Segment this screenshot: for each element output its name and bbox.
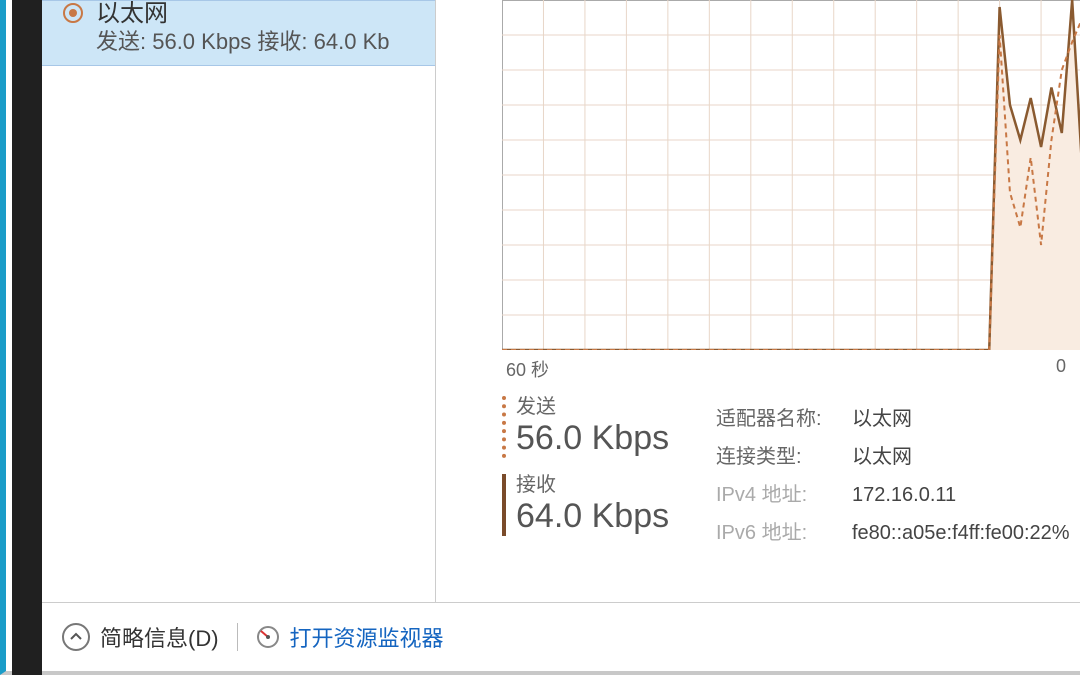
- adapter-details: 适配器名称: 以太网 连接类型: 以太网 IPv4 地址: 172.16.0.1…: [716, 396, 1080, 552]
- throughput-chart: [502, 0, 1080, 350]
- footer-bar: 简略信息(D) 打开资源监视器: [42, 602, 1080, 671]
- adapter-list: 以太网 发送: 56.0 Kbps 接收: 64.0 Kb: [42, 0, 436, 602]
- send-metric: 发送 56.0 Kbps: [502, 396, 702, 458]
- resource-monitor-icon: [256, 625, 280, 649]
- recv-label: 接收: [516, 474, 702, 496]
- adapter-title: 以太网: [96, 1, 435, 27]
- detail-key-ipv6: IPv6 地址:: [716, 514, 852, 552]
- recv-metric: 接收 64.0 Kbps: [502, 474, 702, 536]
- send-value: 56.0 Kbps: [516, 418, 702, 458]
- open-resource-monitor-link[interactable]: 打开资源监视器: [290, 621, 444, 653]
- detail-key-adapter-name: 适配器名称:: [716, 400, 852, 438]
- chevron-up-icon: [69, 630, 83, 644]
- detail-val-ipv4: 172.16.0.11: [852, 476, 956, 514]
- brief-info-button[interactable]: 简略信息(D): [100, 621, 219, 653]
- detail-key-ipv4: IPv4 地址:: [716, 476, 852, 514]
- detail-val-ipv6: fe80::a05e:f4ff:fe00:22%: [852, 514, 1070, 552]
- radio-selected-icon: [62, 2, 86, 24]
- recv-value: 64.0 Kbps: [516, 496, 702, 536]
- chart-xaxis-right: 0: [1056, 356, 1076, 382]
- window-left-border: [12, 0, 42, 675]
- detail-val-conn-type: 以太网: [852, 438, 912, 476]
- adapter-stats: 发送: 56.0 Kbps 接收: 64.0 Kb: [96, 27, 435, 57]
- send-label: 发送: [516, 396, 702, 418]
- footer-separator: [237, 623, 238, 651]
- adapter-item-ethernet[interactable]: 以太网 发送: 56.0 Kbps 接收: 64.0 Kb: [42, 0, 435, 66]
- chart-xaxis-left: 60 秒: [506, 356, 549, 382]
- detail-key-conn-type: 连接类型:: [716, 438, 852, 476]
- main-panel: 60 秒 0 发送 56.0 Kbps 接收 64.0 Kbps 适配: [436, 0, 1080, 602]
- detail-val-adapter-name: 以太网: [852, 400, 912, 438]
- collapse-details-button[interactable]: [62, 623, 90, 651]
